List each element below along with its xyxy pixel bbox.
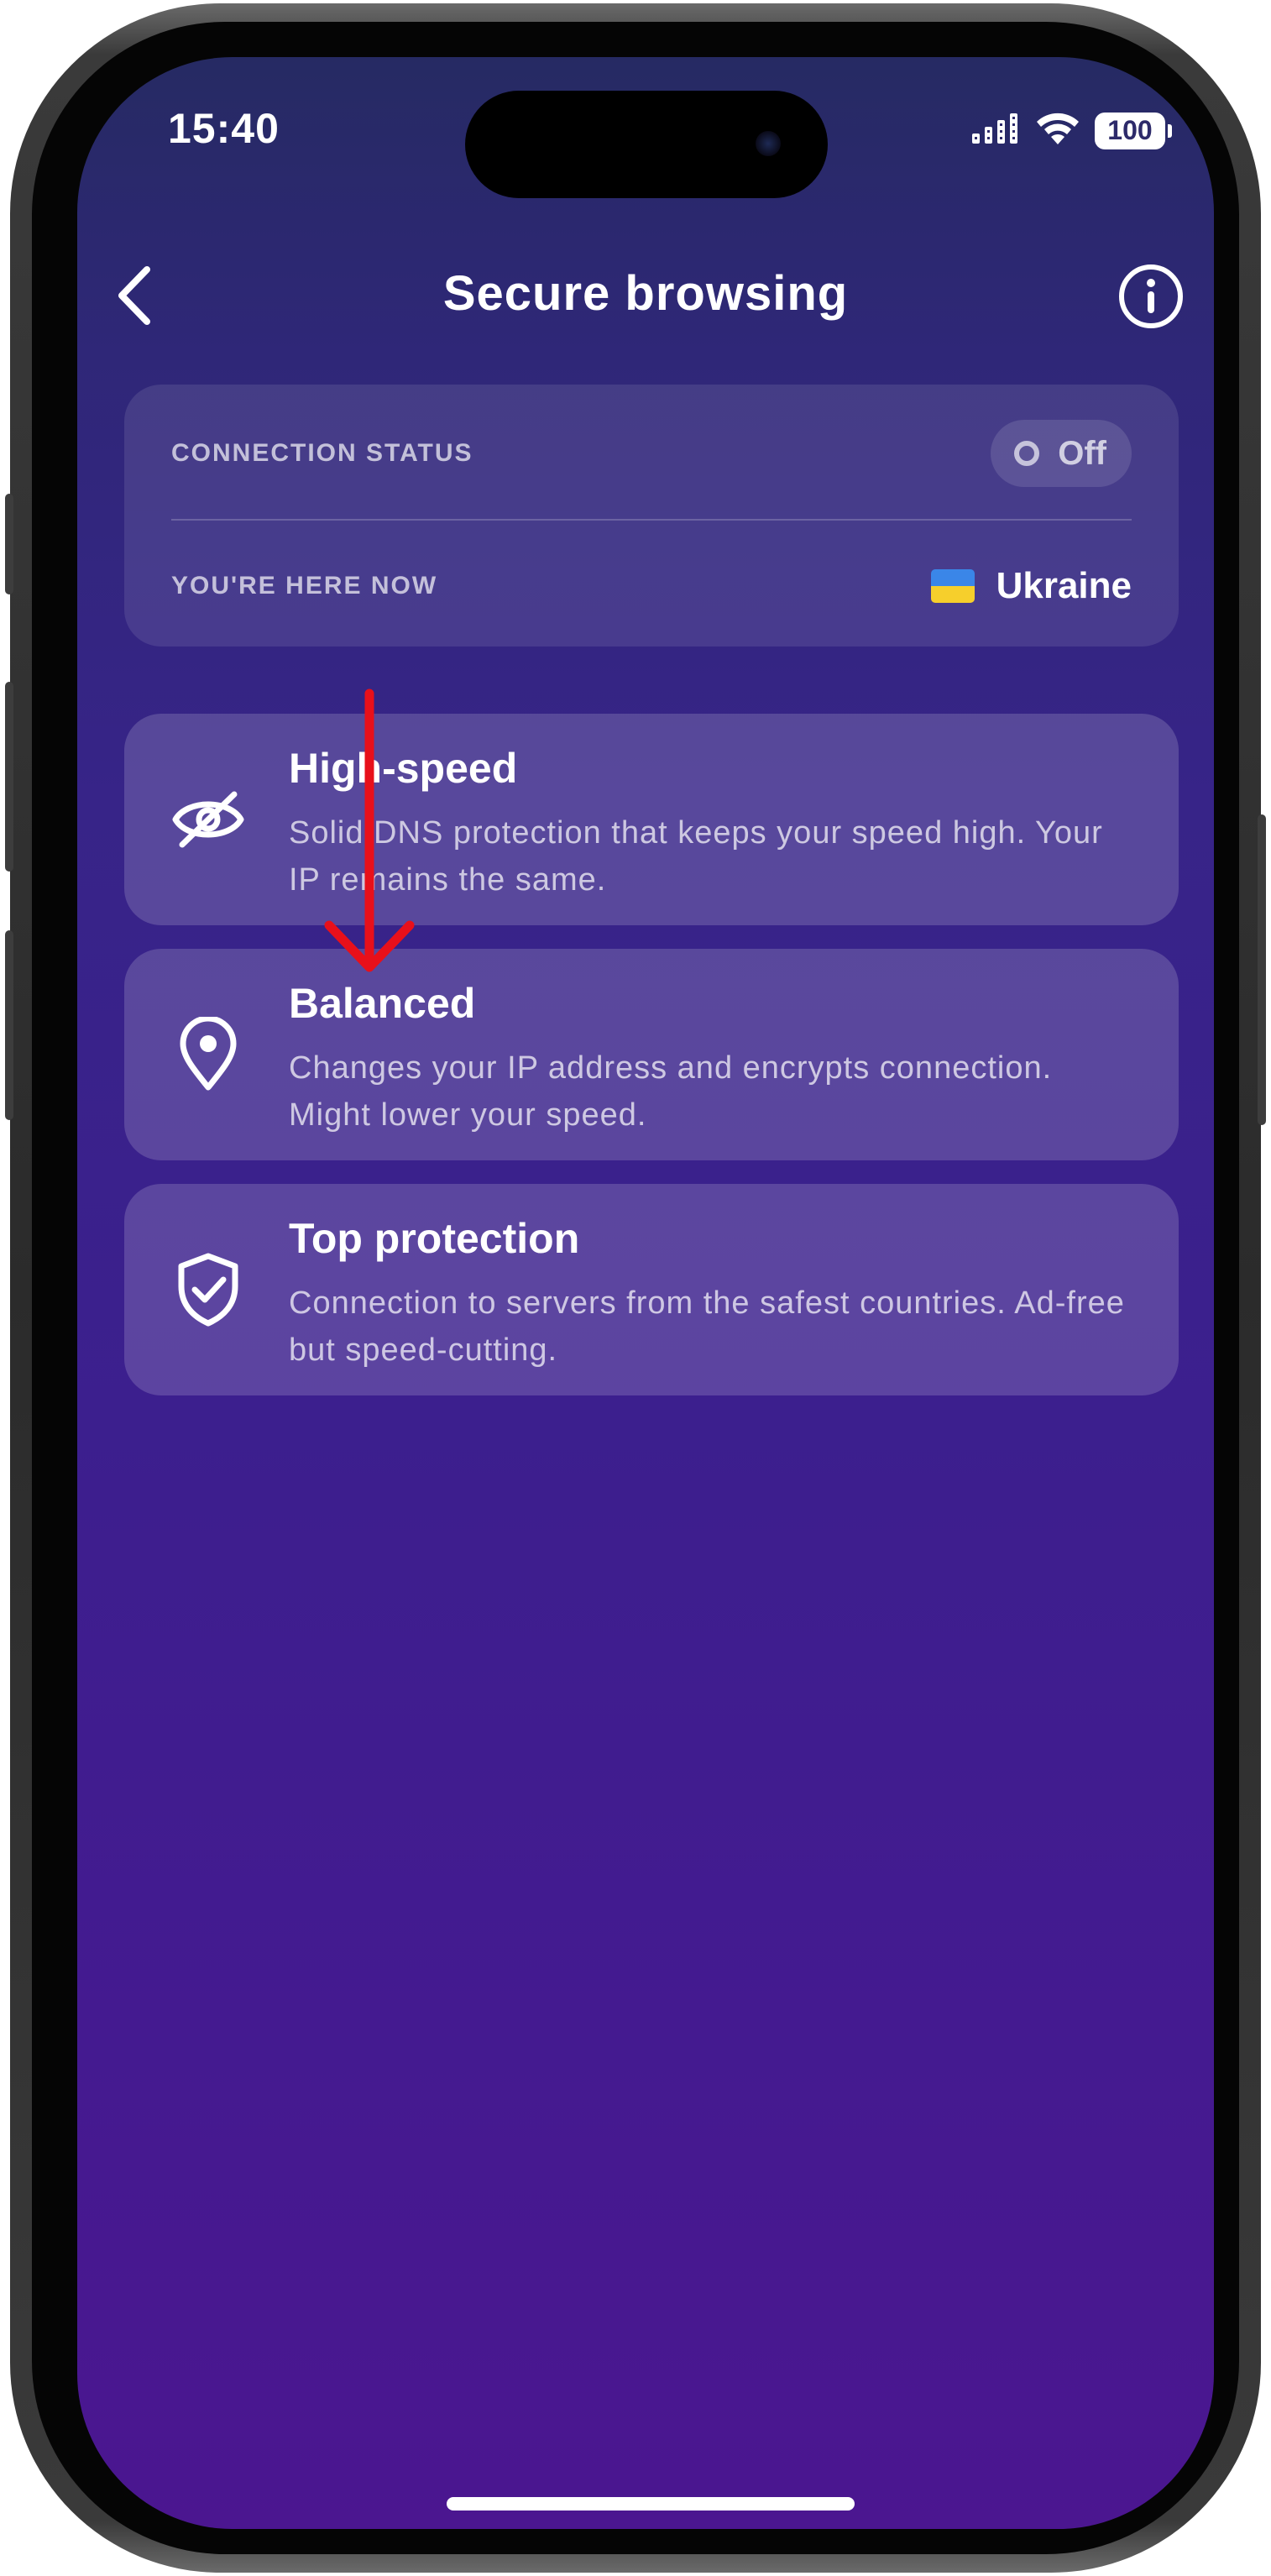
- signal-icon: [970, 112, 1021, 149]
- connection-status-label: CONNECTION STATUS: [171, 439, 473, 467]
- battery-icon: 100: [1095, 112, 1172, 149]
- current-country: Ukraine: [930, 565, 1132, 607]
- phone-frame: 15:40 100 Secure browsing CONNECTION STA…: [5, 3, 1266, 2573]
- battery-level: 100: [1107, 115, 1153, 145]
- mode-title: High-speed: [289, 745, 518, 792]
- eye-off-icon: [166, 769, 250, 870]
- divider: [171, 519, 1132, 521]
- page-title: Secure browsing: [442, 266, 849, 321]
- status-bar: 15:40 100: [77, 57, 1214, 198]
- volume-up-button: [5, 682, 13, 872]
- location-row: YOU'RE HERE NOW Ukraine: [171, 551, 1132, 621]
- ukraine-flag-icon: [930, 569, 975, 603]
- dynamic-island: [465, 91, 828, 198]
- connection-status-card: CONNECTION STATUS Off YOU'RE HERE NOW Uk…: [124, 385, 1179, 647]
- connection-status-value: Off: [1058, 434, 1106, 472]
- mode-card-high-speed[interactable]: High-speed Solid DNS protection that kee…: [124, 714, 1179, 925]
- country-name: Ukraine: [996, 565, 1132, 606]
- status-icons: 100: [970, 111, 1172, 150]
- info-icon: [1119, 264, 1183, 328]
- home-indicator[interactable]: [447, 2497, 855, 2511]
- wifi-icon: [1034, 111, 1081, 150]
- mode-description: Connection to servers from the safest co…: [289, 1285, 1125, 1368]
- mode-description: Solid DNS protection that keeps your spe…: [289, 815, 1103, 898]
- volume-down-button: [5, 930, 13, 1120]
- info-button[interactable]: [1113, 259, 1189, 334]
- status-dot-icon: [1014, 441, 1040, 466]
- location-pin-icon: [166, 1004, 250, 1105]
- app-screen: 15:40 100 Secure browsing CONNECTION STA…: [77, 57, 1214, 2529]
- power-button: [1258, 814, 1266, 1125]
- front-camera: [756, 131, 781, 156]
- mode-card-balanced[interactable]: Balanced Changes your IP address and enc…: [124, 949, 1179, 1160]
- mode-title: Top protection: [289, 1215, 580, 1262]
- connection-status-toggle[interactable]: Off: [991, 420, 1132, 487]
- mode-card-top-protection[interactable]: Top protection Connection to servers fro…: [124, 1184, 1179, 1395]
- mode-title: Balanced: [289, 980, 476, 1027]
- status-time: 15:40: [168, 105, 280, 152]
- location-label: YOU'RE HERE NOW: [171, 572, 438, 599]
- action-button: [5, 494, 13, 594]
- mode-description: Changes your IP address and encrypts con…: [289, 1050, 1053, 1133]
- connection-status-row: CONNECTION STATUS Off: [171, 418, 1132, 489]
- shield-check-icon: [166, 1239, 250, 1340]
